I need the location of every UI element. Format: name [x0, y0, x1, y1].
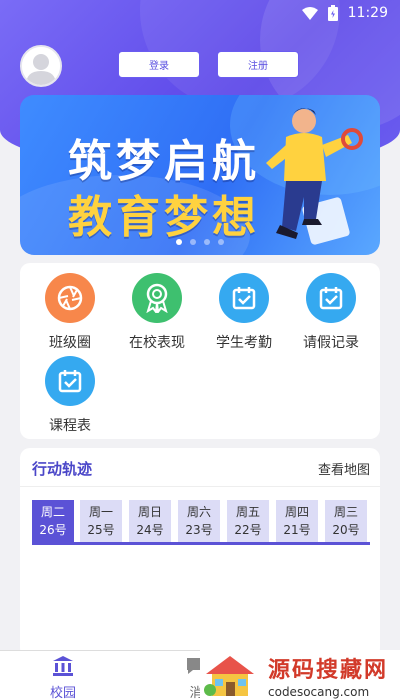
- watermark-domain: codesocang.com: [268, 684, 370, 699]
- house-logo-icon: [204, 656, 254, 696]
- nav-item-campus[interactable]: 校园: [50, 655, 76, 700]
- banner-carousel[interactable]: 筑梦启航 教育梦想: [20, 95, 380, 255]
- carousel-dot[interactable]: [190, 239, 196, 245]
- watermark-title: 源码搜藏网: [268, 657, 389, 683]
- menu-item-school-performance[interactable]: 在校表现: [117, 273, 197, 352]
- medal-icon: [132, 273, 182, 323]
- feature-grid: 班级圈 在校表现 学生考勤 请假记录 课程表: [20, 263, 380, 439]
- day-tab[interactable]: 周一 25号: [80, 500, 122, 542]
- bottom-nav: 校园 消 源码搜藏网 codesocang.com: [0, 650, 400, 700]
- battery-icon: [327, 5, 338, 21]
- day-tab[interactable]: 周三 20号: [325, 500, 367, 542]
- watermark-overlay: 源码搜藏网 codesocang.com: [200, 650, 400, 700]
- menu-item-timetable[interactable]: 课程表: [30, 356, 110, 435]
- menu-item-label: 请假记录: [303, 335, 359, 351]
- view-map-link[interactable]: 查看地图: [318, 459, 370, 478]
- day-weekday: 周五: [235, 505, 260, 519]
- carousel-dot[interactable]: [218, 239, 224, 245]
- carousel-dot[interactable]: [204, 239, 210, 245]
- day-weekday: 周六: [186, 505, 211, 519]
- action-track-card: 行动轨迹 查看地图 周二 26号 周一 25号 周日 24号 周六 23号 周五…: [20, 448, 380, 658]
- day-date: 20号: [332, 523, 360, 537]
- day-date: 24号: [136, 523, 164, 537]
- track-title: 行动轨迹: [32, 460, 93, 478]
- day-date: 22号: [234, 523, 262, 537]
- menu-item-label: 学生考勤: [216, 335, 272, 351]
- day-weekday: 周二: [40, 505, 65, 519]
- day-tab[interactable]: 周二 26号: [32, 500, 74, 542]
- status-time: 11:29: [347, 5, 388, 21]
- day-tab[interactable]: 周六 23号: [178, 500, 220, 542]
- day-weekday: 周四: [284, 505, 309, 519]
- menu-item-student-attendance[interactable]: 学生考勤: [204, 273, 284, 352]
- school-icon: [53, 656, 73, 676]
- day-date: 21号: [283, 523, 311, 537]
- menu-item-label: 在校表现: [129, 335, 185, 351]
- calendar-check-icon: [219, 273, 269, 323]
- aperture-icon: [45, 273, 95, 323]
- status-bar: 11:29: [0, 0, 400, 26]
- wifi-icon: [301, 6, 318, 20]
- login-button[interactable]: 登录: [118, 51, 200, 78]
- nav-label: 校园: [50, 686, 77, 700]
- day-tab[interactable]: 周四 21号: [276, 500, 318, 542]
- carousel-indicator: [20, 239, 380, 245]
- day-weekday: 周三: [333, 505, 358, 519]
- day-tab[interactable]: 周五 22号: [227, 500, 269, 542]
- menu-item-label: 课程表: [49, 418, 91, 434]
- calendar-check-icon: [45, 356, 95, 406]
- calendar-check-icon: [306, 273, 356, 323]
- day-date: 26号: [39, 523, 67, 537]
- avatar[interactable]: [20, 45, 62, 87]
- day-tab[interactable]: 周日 24号: [129, 500, 171, 542]
- day-tab-underline: [32, 542, 370, 545]
- banner-title-line2: 教育梦想: [68, 192, 260, 243]
- register-button[interactable]: 注册: [217, 51, 299, 78]
- day-weekday: 周日: [137, 505, 162, 519]
- day-date: 23号: [185, 523, 213, 537]
- day-date: 25号: [87, 523, 115, 537]
- banner-title-line1: 筑梦启航: [68, 136, 260, 187]
- day-weekday: 周一: [88, 505, 113, 519]
- menu-item-class-circle[interactable]: 班级圈: [30, 273, 110, 352]
- menu-item-leave-records[interactable]: 请假记录: [291, 273, 371, 352]
- user-icon: [22, 47, 60, 85]
- divider: [20, 486, 380, 487]
- student-illustration: [266, 108, 363, 245]
- carousel-dot[interactable]: [176, 239, 182, 245]
- menu-item-label: 班级圈: [49, 335, 91, 351]
